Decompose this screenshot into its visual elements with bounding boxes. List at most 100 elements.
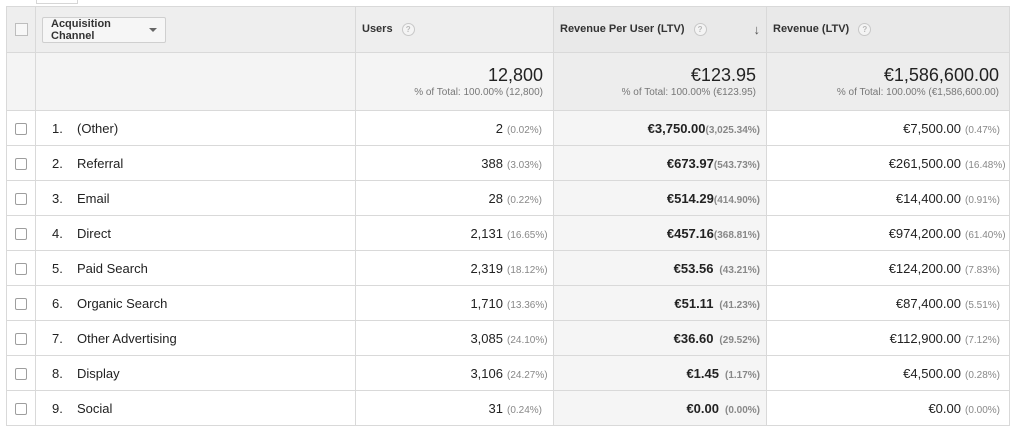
sort-descending-icon[interactable]: ↓ bbox=[754, 22, 761, 37]
users-percent: (13.36%) bbox=[507, 299, 548, 311]
channel-name[interactable]: Social bbox=[77, 401, 112, 416]
row-index: 1. bbox=[52, 120, 63, 136]
channel-name[interactable]: Organic Search bbox=[77, 296, 167, 311]
total-revenue-value: €1,586,600.00 bbox=[883, 65, 999, 85]
table-row: 3. Email 28 (0.22%) €514.29(414.90%) €14,400.… bbox=[6, 180, 1010, 216]
select-all-cell bbox=[6, 6, 36, 53]
row-index: 4. bbox=[52, 225, 63, 241]
row-select-cell bbox=[6, 250, 36, 286]
tab-fragment bbox=[36, 0, 78, 4]
rpu-value: €53.56 bbox=[673, 260, 714, 276]
rpu-value: €514.29 bbox=[666, 190, 714, 206]
users-cell: 2 (0.02%) bbox=[355, 110, 554, 146]
table-row: 8. Display 3,106 (24.27%) €1.45 (1.17%) €4,500… bbox=[6, 355, 1010, 391]
users-value: 1,710 bbox=[470, 295, 503, 311]
revenue-percent: (16.48%) bbox=[965, 159, 1006, 171]
primary-dimension-dropdown[interactable]: Acquisition Channel bbox=[42, 16, 166, 43]
channel-name[interactable]: Display bbox=[77, 366, 120, 381]
users-percent: (3.03%) bbox=[507, 159, 543, 171]
rpu-value: €1.45 bbox=[686, 365, 719, 381]
channel-name[interactable]: Email bbox=[77, 191, 110, 206]
channel-name[interactable]: Other Advertising bbox=[77, 331, 177, 346]
totals-users-cell: 12,800 % of Total: 100.00% (12,800) bbox=[355, 52, 554, 111]
row-select-cell bbox=[6, 145, 36, 181]
help-icon[interactable]: ? bbox=[858, 23, 872, 36]
revenue-value: €974,200.00 bbox=[888, 225, 961, 241]
row-index: 2. bbox=[52, 155, 63, 171]
revenue-percent: (0.28%) bbox=[965, 369, 1001, 381]
select-all-checkbox[interactable] bbox=[15, 23, 28, 36]
revenue-value: €124,200.00 bbox=[888, 260, 961, 276]
revenue-value: €14,400.00 bbox=[895, 190, 961, 206]
table-row: 7. Other Advertising 3,085 (24.10%) €36.60 (2… bbox=[6, 320, 1010, 356]
channel-cell: 9. Social bbox=[35, 390, 356, 426]
row-checkbox[interactable] bbox=[15, 263, 27, 276]
rpu-value: €51.11 bbox=[674, 295, 714, 311]
rpu-cell: €36.60 (29.52%) bbox=[553, 320, 767, 356]
revenue-cell: €124,200.00 (7.83%) bbox=[766, 250, 1010, 286]
users-value: 388 bbox=[481, 155, 503, 171]
channel-name[interactable]: Referral bbox=[77, 156, 123, 171]
totals-blank-cell bbox=[6, 52, 36, 111]
revenue-percent: (61.40%) bbox=[965, 229, 1006, 241]
users-value: 2,131 bbox=[470, 225, 503, 241]
revenue-percent: (0.47%) bbox=[965, 124, 1001, 136]
revenue-value: €87,400.00 bbox=[895, 295, 961, 311]
users-cell: 2,131 (16.65%) bbox=[355, 215, 554, 251]
row-checkbox[interactable] bbox=[15, 228, 27, 241]
row-checkbox[interactable] bbox=[15, 158, 27, 171]
table-row: 9. Social 31 (0.24%) €0.00 (0.00%) €0.00 (0.00%… bbox=[6, 390, 1010, 426]
users-percent: (16.65%) bbox=[507, 229, 548, 241]
row-checkbox[interactable] bbox=[15, 123, 27, 136]
row-checkbox[interactable] bbox=[15, 403, 27, 416]
table-row: 2. Referral 388 (3.03%) €673.97(543.73%) €261… bbox=[6, 145, 1010, 181]
rpu-cell: €3,750.00(3,025.34%) bbox=[553, 110, 767, 146]
revenue-cell: €261,500.00 (16.48%) bbox=[766, 145, 1010, 181]
users-percent: (0.24%) bbox=[507, 404, 543, 416]
header-revenue-per-user[interactable]: Revenue Per User (LTV) ? ↓ bbox=[553, 6, 767, 53]
users-cell: 3,085 (24.10%) bbox=[355, 320, 554, 356]
row-checkbox[interactable] bbox=[15, 333, 27, 346]
header-users[interactable]: Users ? bbox=[355, 6, 554, 53]
users-percent: (0.22%) bbox=[507, 194, 543, 206]
row-checkbox[interactable] bbox=[15, 368, 27, 381]
revenue-cell: €7,500.00 (0.47%) bbox=[766, 110, 1010, 146]
users-cell: 1,710 (13.36%) bbox=[355, 285, 554, 321]
total-revenue-subtext: % of Total: 100.00% (€1,586,600.00) bbox=[836, 87, 999, 98]
channel-cell: 1. (Other) bbox=[35, 110, 356, 146]
channel-name[interactable]: Paid Search bbox=[77, 261, 148, 276]
revenue-cell: €112,900.00 (7.12%) bbox=[766, 320, 1010, 356]
users-value: 28 bbox=[488, 190, 503, 206]
total-rpu-subtext: % of Total: 100.00% (€123.95) bbox=[621, 87, 756, 98]
revenue-percent: (7.12%) bbox=[965, 334, 1001, 346]
rpu-value: €457.16 bbox=[666, 225, 714, 241]
primary-dimension-label: Acquisition Channel bbox=[51, 17, 111, 42]
revenue-value: €7,500.00 bbox=[903, 120, 961, 136]
header-revenue[interactable]: Revenue (LTV) ? bbox=[766, 6, 1010, 53]
row-select-cell bbox=[6, 355, 36, 391]
revenue-cell: €974,200.00 (61.40%) bbox=[766, 215, 1010, 251]
rpu-value: €0.00 bbox=[686, 400, 719, 416]
users-cell: 3,106 (24.27%) bbox=[355, 355, 554, 391]
users-value: 31 bbox=[488, 400, 503, 416]
help-icon[interactable]: ? bbox=[693, 23, 707, 36]
row-checkbox[interactable] bbox=[15, 298, 27, 311]
row-index: 7. bbox=[52, 330, 63, 346]
users-cell: 28 (0.22%) bbox=[355, 180, 554, 216]
channel-cell: 3. Email bbox=[35, 180, 356, 216]
rpu-cell: €1.45 (1.17%) bbox=[553, 355, 767, 391]
table-row: 1. (Other) 2 (0.02%) €3,750.00(3,025.34%) €7,… bbox=[6, 110, 1010, 146]
table-row: 5. Paid Search 2,319 (18.12%) €53.56 (43.21%)… bbox=[6, 250, 1010, 286]
revenue-cell: €4,500.00 (0.28%) bbox=[766, 355, 1010, 391]
rpu-percent: (1.17%) bbox=[724, 369, 760, 381]
users-cell: 2,319 (18.12%) bbox=[355, 250, 554, 286]
channel-name[interactable]: Direct bbox=[77, 226, 111, 241]
row-checkbox[interactable] bbox=[15, 193, 27, 206]
channel-name[interactable]: (Other) bbox=[77, 121, 118, 136]
header-revenue-label: Revenue (LTV) bbox=[773, 23, 850, 36]
help-icon[interactable]: ? bbox=[401, 23, 415, 36]
data-table: Acquisition Channel Users ? Revenue Per … bbox=[6, 6, 1010, 426]
rpu-percent: (368.81%) bbox=[713, 229, 760, 241]
rpu-cell: €457.16(368.81%) bbox=[553, 215, 767, 251]
users-percent: (18.12%) bbox=[507, 264, 548, 276]
